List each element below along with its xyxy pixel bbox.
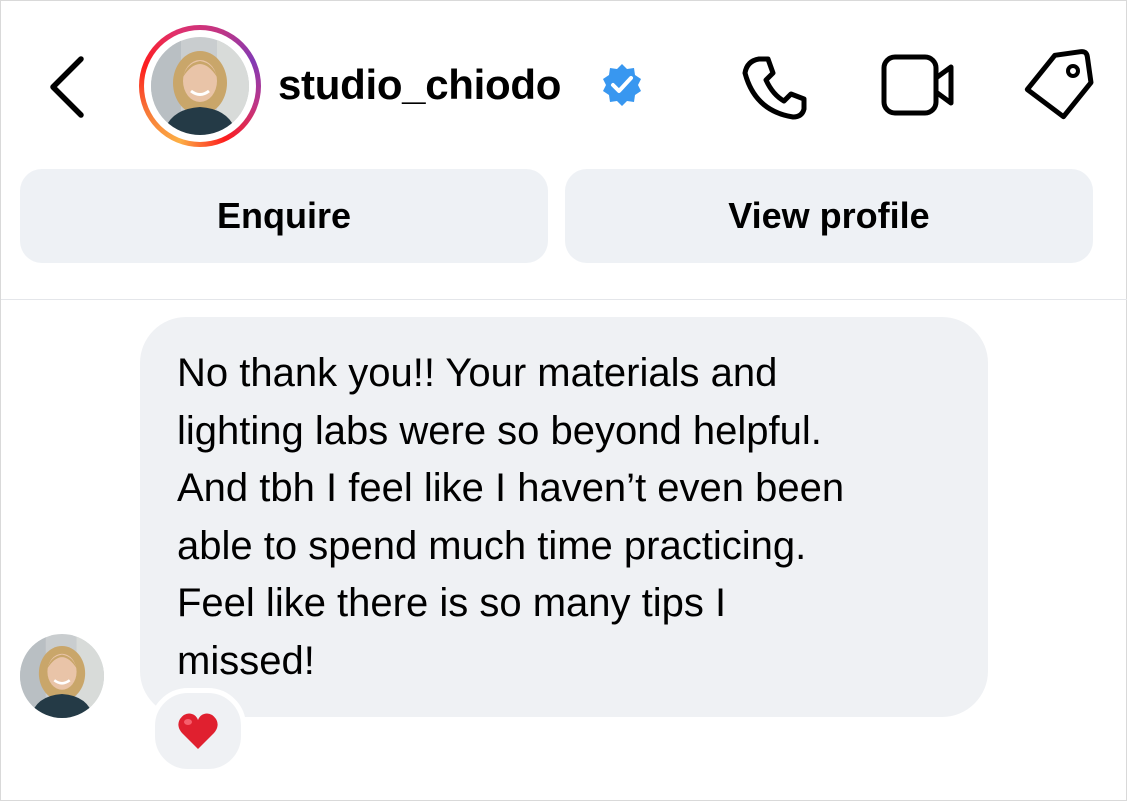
view-profile-button[interactable]: View profile — [565, 169, 1093, 263]
dm-thread-view: studio_chiodo Enquire View profile No th — [0, 0, 1127, 801]
chevron-left-icon — [50, 56, 84, 118]
enquire-button[interactable]: Enquire — [20, 169, 548, 263]
profile-avatar[interactable] — [139, 25, 261, 147]
tag-icon — [1024, 49, 1094, 120]
avatar-image — [151, 37, 249, 135]
verified-badge-icon — [603, 64, 641, 106]
video-call-button[interactable] — [879, 51, 959, 121]
back-button[interactable] — [37, 49, 97, 121]
sender-avatar[interactable] — [20, 634, 104, 718]
divider — [1, 299, 1127, 300]
label-button[interactable] — [1021, 49, 1097, 121]
message-reaction[interactable] — [150, 688, 246, 774]
phone-icon — [742, 56, 807, 120]
username[interactable]: studio_chiodo — [278, 57, 561, 113]
red-heart-icon — [178, 713, 218, 749]
video-camera-icon — [881, 54, 954, 116]
thread-header: studio_chiodo — [1, 1, 1127, 161]
message-bubble[interactable]: No thank you!! Your materials and lighti… — [140, 317, 988, 717]
call-button[interactable] — [739, 51, 811, 123]
